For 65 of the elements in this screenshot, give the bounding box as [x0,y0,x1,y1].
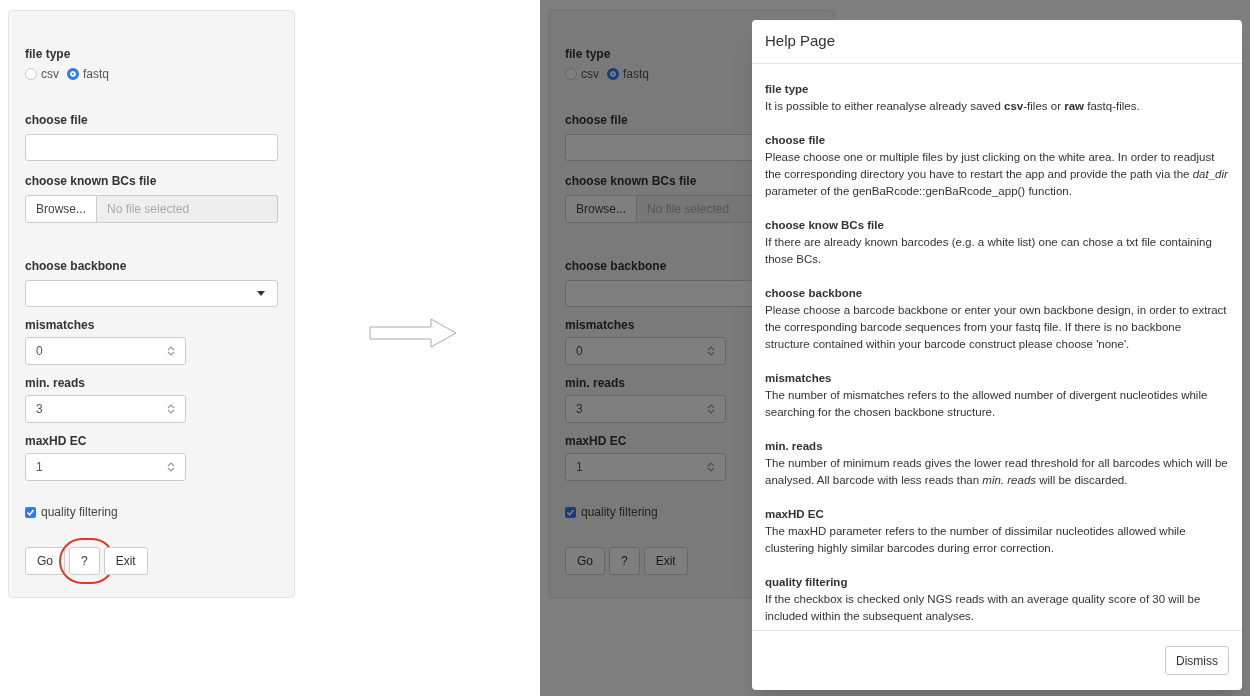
action-button[interactable]: Exit [643,547,688,575]
section-heading: choose file [765,133,827,148]
file-name-field: No file selected [97,195,278,223]
action-button[interactable]: ? [69,547,100,575]
radio-button[interactable] [67,68,79,80]
radio-label: csv [581,66,599,83]
field-label: file type [565,47,611,62]
spinner-icon [167,461,175,473]
right-arrow-icon [369,318,457,348]
radio-label: fastq [83,66,109,83]
action-button[interactable]: Go [565,547,605,575]
action-button[interactable]: ? [609,547,640,575]
field-label: min. reads [25,376,86,391]
spinner-icon [167,345,175,357]
spinner-icon [707,403,715,415]
section-heading: min. reads [765,439,824,454]
field-label: choose backbone [25,259,127,274]
section-text: Please choose a barcode backbone or enter your own backbone design, in order to extract the corresponding barcode sequences from your fastq file. If there is no backbone structure contained within your barcode construct please choose 'none'. [765,303,1228,352]
field-label: mismatches [565,318,635,333]
section-heading: choose backbone [765,286,864,301]
section-text: The number of mismatches refers to the allowed number of divergent nucleotides while searching for the chosen backbone structure. [765,388,1209,420]
number-input[interactable]: 0 [25,337,186,365]
browse-button[interactable]: Browse... [565,195,637,223]
section-heading: maxHD EC [765,507,825,522]
spinner-icon [707,461,715,473]
number-input[interactable]: 3 [565,395,726,423]
caret-icon [257,291,265,296]
checkbox[interactable] [565,506,576,518]
field-label: maxHD EC [565,434,627,449]
field-label: maxHD EC [25,434,87,449]
section-heading: quality filtering [765,575,849,590]
section-text: The maxHD parameter refers to the number of dissimilar nucleotides allowed while clustering highly similar barcodes during error correction. [765,524,1187,556]
action-button[interactable]: Exit [103,547,148,575]
checkbox-label: quality filtering [41,504,118,521]
field-label: file type [25,47,71,62]
field-label: choose file [25,113,88,128]
section-heading: mismatches [765,371,833,386]
checkbox-label: quality filtering [581,504,658,521]
field-label: choose known BCs file [565,174,697,189]
section-text: The number of minimum reads gives the lower read threshold for all barcodes which will be analysed. All barcode with less reads than min. reads will be discarded. [765,456,1229,488]
radio-label: csv [41,66,59,83]
field-label: choose backbone [565,259,667,274]
section-text: If the checkbox is checked only NGS reads with an average quality score of 30 will be included within the subsequent analyses. [765,592,1202,624]
browse-button[interactable]: Browse... [25,195,97,223]
number-input[interactable]: 3 [25,395,186,423]
section-text: It is possible to either reanalyse already saved csv-files or raw fastq-files. [765,99,1141,114]
number-input[interactable]: 1 [565,453,726,481]
field-label: choose known BCs file [25,174,157,189]
radio-button[interactable] [607,68,619,80]
number-input[interactable]: 1 [25,453,186,481]
section-text: If there are already known barcodes (e.g. a white list) one can chose a txt file containing those BCs. [765,235,1213,267]
spinner-icon [167,403,175,415]
dismiss-button[interactable]: Dismiss [1165,646,1229,675]
number-input[interactable]: 0 [565,337,726,365]
section-heading: file type [765,82,810,97]
file-chooser-field[interactable] [25,134,278,161]
field-label: choose file [565,113,628,128]
radio-button[interactable] [25,68,37,80]
checkbox[interactable] [25,506,36,518]
action-button[interactable]: Go [25,547,65,575]
dialog-title: Help Page [765,31,836,52]
field-label: min. reads [565,376,626,391]
spinner-icon [707,345,715,357]
radio-label: fastq [623,66,649,83]
field-label: mismatches [25,318,95,333]
